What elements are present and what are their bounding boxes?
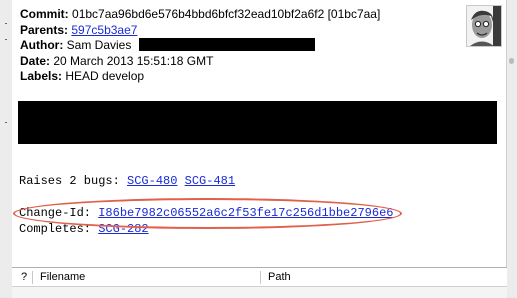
redacted-author-email [138,38,315,51]
file-list-table: ? Filename Path [12,267,507,298]
author-row: Author: Sam Davies [20,38,380,54]
column-divider [260,271,261,284]
raises-bugs-text: Raises 2 bugs: [19,174,128,188]
date-row: Date: 20 March 2013 15:51:18 GMT [20,54,380,70]
column-divider [32,271,33,284]
author-name: Sam Davies [66,38,132,52]
commit-row: Commit: 01bc7aa96bd6e576b4bbd6bfcf32ead1… [20,7,380,23]
highlight-oval [13,198,402,229]
parents-label: Parents: [20,22,69,37]
table-row[interactable] [12,287,507,298]
column-header-path[interactable]: Path [268,268,291,286]
vertical-scrollbar[interactable] [506,0,517,297]
date-label: Date: [20,53,51,68]
commit-date: 20 March 2013 15:51:18 GMT [53,53,214,68]
commit-details-panel: Commit: 01bc7aa96bd6e576b4bbd6bfcf32ead1… [12,0,508,267]
commit-hash: 01bc7aa96bd6e576b4bbd6bfcf32ead10bf2a6f2… [72,7,381,21]
bugs-line: Raises 2 bugs: SCG-480 SCG-481 [19,174,235,188]
parents-row: Parents: 597c5b3ae7 [20,23,380,39]
gutter-marker [5,23,7,24]
branch-labels: HEAD develop [65,69,145,83]
scrollbar-thumb[interactable] [509,58,514,64]
commit-header: Commit: 01bc7aa96bd6e576b4bbd6bfcf32ead1… [20,7,380,85]
redacted-message-block [18,101,497,144]
gutter-marker [5,39,7,40]
column-header-status[interactable]: ? [21,268,27,286]
author-avatar [466,5,502,47]
avatar-photo-icon [467,6,501,46]
bug-link-scg-481[interactable]: SCG-481 [185,174,235,188]
labels-row: Labels: HEAD develop [20,69,380,85]
author-label: Author: [20,38,64,52]
parent-commit-link[interactable]: 597c5b3ae7 [71,23,137,37]
bug-link-scg-480[interactable]: SCG-480 [127,174,177,188]
gutter-marker [5,122,7,123]
column-header-filename[interactable]: Filename [40,268,85,286]
commit-label: Commit: [20,7,69,21]
labels-label: Labels: [20,69,63,83]
